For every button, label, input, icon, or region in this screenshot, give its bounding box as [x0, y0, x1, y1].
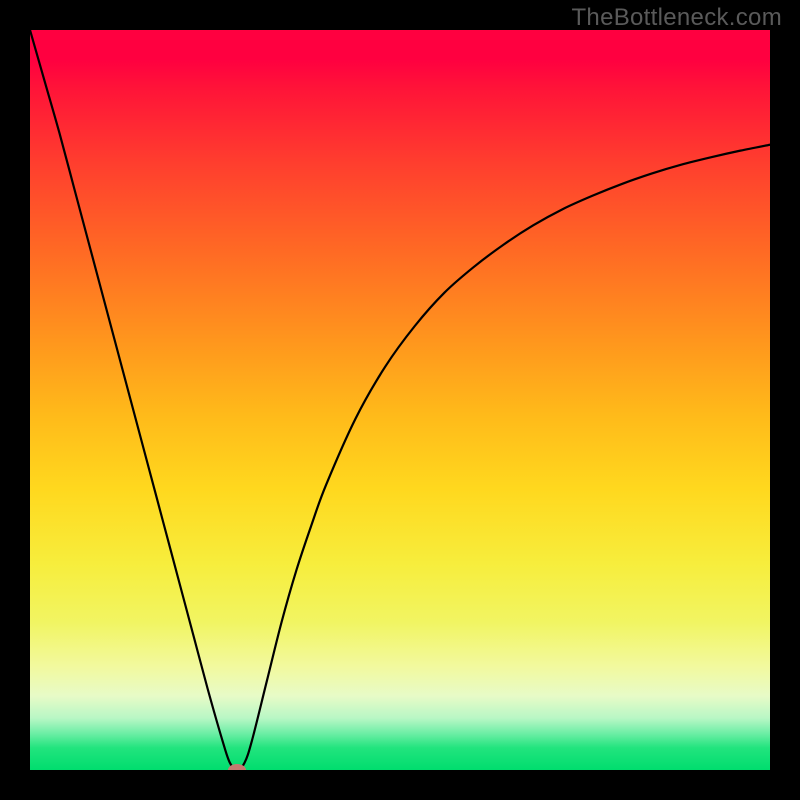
watermark-text: TheBottleneck.com [571, 4, 782, 32]
plot-area [30, 30, 770, 770]
chart-frame: TheBottleneck.com [0, 0, 800, 800]
bottleneck-curve [30, 30, 770, 770]
optimal-point-marker [228, 764, 246, 770]
